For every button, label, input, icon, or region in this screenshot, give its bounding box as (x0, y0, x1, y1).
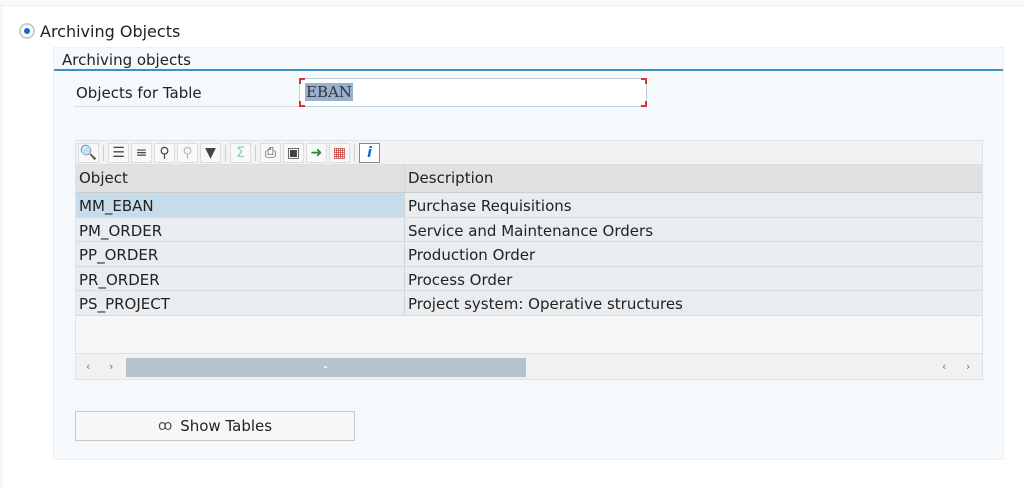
object-cell: PR_ORDER (76, 266, 405, 290)
table-toolbar: 🔍 ☰ ≡ ⚲ ⚲ ▼ Σ ⎙ ▣ ➜ ▦ i (76, 141, 982, 165)
label-underline (74, 106, 299, 107)
scroll-left-icon[interactable]: ‹ (86, 360, 90, 373)
find-icon[interactable]: ⚲ (154, 142, 175, 163)
group-title: Archiving objects (62, 51, 191, 69)
layout-icon[interactable]: ▦ (329, 142, 350, 163)
object-cell: PP_ORDER (76, 242, 405, 266)
horizontal-scrollbar[interactable]: ‹ › ‹ › (76, 353, 982, 379)
scroll-left-end-icon[interactable]: ‹ (942, 360, 946, 373)
description-cell: Purchase Requisitions (408, 197, 572, 215)
table-row[interactable]: PM_ORDER Service and Maintenance Orders (76, 217, 982, 242)
find-next-icon[interactable]: ⚲ (177, 142, 198, 163)
description-cell: Project system: Operative structures (408, 295, 683, 313)
sort-ascending-icon[interactable]: ☰ (108, 142, 129, 163)
description-cell: Production Order (408, 246, 536, 264)
glasses-icon: ꝏ (157, 418, 173, 434)
scroll-right-end-icon[interactable]: › (966, 360, 970, 373)
column-header-object[interactable]: Object (76, 165, 405, 192)
table-row[interactable]: PS_PROJECT Project system: Operative stru… (76, 291, 982, 316)
views-icon[interactable]: ▣ (283, 142, 304, 163)
table-row[interactable]: PP_ORDER Production Order (76, 242, 982, 267)
table-header: Object Description (76, 165, 982, 193)
object-cell: PS_PROJECT (76, 291, 405, 315)
object-cell: PM_ORDER (76, 217, 405, 241)
radio-label: Archiving Objects (40, 22, 181, 41)
group-divider (54, 69, 1003, 71)
object-cell: MM_EBAN (76, 193, 405, 217)
sum-icon[interactable]: Σ (230, 142, 251, 163)
archiving-objects-radio[interactable] (19, 23, 35, 39)
description-cell: Service and Maintenance Orders (408, 221, 654, 240)
print-icon[interactable]: ⎙ (260, 142, 281, 163)
filter-icon[interactable]: ▼ (200, 142, 221, 163)
column-header-description[interactable]: Description (405, 165, 982, 192)
objects-for-table-label: Objects for Table (76, 84, 202, 102)
objects-table: 🔍 ☰ ≡ ⚲ ⚲ ▼ Σ ⎙ ▣ ➜ ▦ i Object Descripti… (75, 140, 983, 380)
table-row[interactable]: PR_ORDER Process Order (76, 266, 982, 291)
show-tables-label: Show Tables (180, 417, 273, 435)
info-icon[interactable]: i (359, 142, 380, 163)
sort-descending-icon[interactable]: ≡ (131, 142, 152, 163)
archiving-objects-group: Archiving objects Objects for Table EBAN… (53, 47, 1004, 460)
input-value: EBAN (305, 83, 353, 101)
scroll-right-icon[interactable]: › (109, 360, 113, 373)
description-cell: Process Order (408, 270, 513, 289)
show-tables-button[interactable]: ꝏ Show Tables (75, 411, 355, 441)
objects-for-table-input[interactable]: EBAN (299, 78, 647, 107)
table-row[interactable]: MM_EBAN Purchase Requisitions (76, 193, 982, 218)
export-icon[interactable]: ➜ (306, 142, 327, 163)
scrollbar-thumb[interactable] (126, 358, 526, 377)
details-icon[interactable]: 🔍 (78, 142, 99, 163)
